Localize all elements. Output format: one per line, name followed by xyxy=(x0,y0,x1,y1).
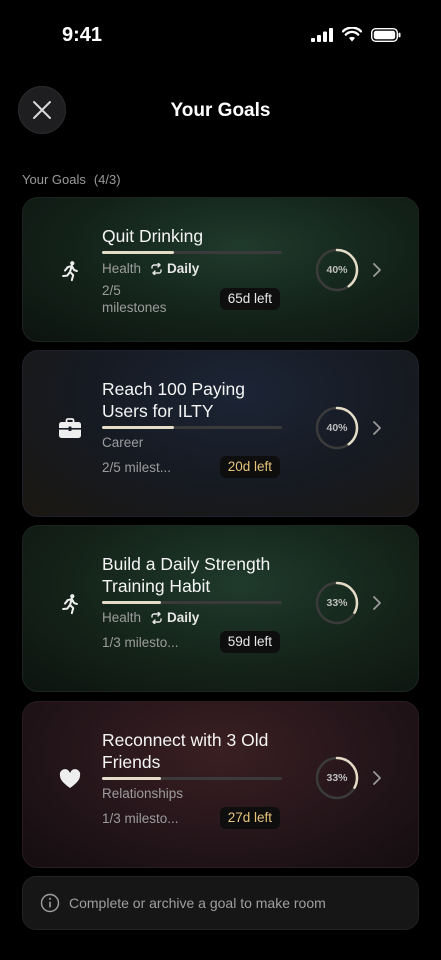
chevron-right-icon xyxy=(373,421,381,435)
goal-title: Reconnect with 3 Old Friends xyxy=(102,730,269,772)
capacity-note-text: Complete or archive a goal to make room xyxy=(69,895,326,911)
repeat-icon xyxy=(151,611,162,624)
goal-frequency-label: Daily xyxy=(167,261,200,276)
repeat-icon xyxy=(151,262,162,275)
progress-percent: 33% xyxy=(326,772,348,784)
goal-title: Build a Daily Strength Training Habit xyxy=(102,554,271,596)
goal-card-reconnect-friends[interactable]: Reconnect with 3 Old Friends Relationshi… xyxy=(22,701,419,868)
progress-ring: 33% xyxy=(314,755,360,801)
goal-frequency: Daily xyxy=(150,610,199,625)
heart-icon xyxy=(57,766,83,792)
capacity-note: Complete or archive a goal to make room xyxy=(22,876,419,930)
goal-meta: Health Daily xyxy=(102,261,199,276)
status-bar: 9:41 xyxy=(0,0,441,70)
chevron-right-icon xyxy=(373,771,381,785)
goal-meta: Relationships xyxy=(102,786,183,801)
info-icon xyxy=(40,893,60,913)
page-title: Your Goals xyxy=(170,100,271,121)
briefcase-icon xyxy=(57,416,83,442)
days-left-badge: 65d left xyxy=(219,288,280,310)
section-label: Your Goals (4/3) xyxy=(22,172,121,187)
goal-frequency: Daily xyxy=(150,261,199,276)
status-icons xyxy=(311,27,401,42)
days-left-badge: 27d left xyxy=(219,807,280,829)
progress-percent: 33% xyxy=(326,597,348,609)
goal-category: Relationships xyxy=(102,786,184,801)
chevron-right-icon xyxy=(373,263,381,277)
goal-progress-bar xyxy=(102,601,282,604)
progress-ring: 33% xyxy=(314,580,360,626)
goal-progress-bar xyxy=(102,251,282,254)
progress-percent: 40% xyxy=(326,264,348,276)
goal-card-strength-training[interactable]: Build a Daily Strength Training Habit He… xyxy=(22,525,419,692)
battery-icon xyxy=(371,27,401,42)
goal-category: Health xyxy=(102,261,142,276)
days-left-badge: 59d left xyxy=(219,631,280,653)
running-icon xyxy=(57,591,83,617)
goal-category: Health xyxy=(102,610,142,625)
goal-milestones: 1/3 milesto... xyxy=(102,811,179,826)
goal-progress-bar xyxy=(102,426,282,429)
goal-category: Career xyxy=(102,435,144,450)
goal-milestones: 2/5 milest... xyxy=(102,460,172,475)
goal-meta: Career xyxy=(102,435,143,450)
progress-percent: 40% xyxy=(326,422,348,434)
goal-milestones: 1/3 milesto... xyxy=(102,635,179,650)
progress-ring: 40% xyxy=(314,247,360,293)
cellular-signal-icon xyxy=(311,27,333,42)
running-icon xyxy=(57,258,83,284)
status-time: 9:41 xyxy=(62,24,103,46)
goal-count: (4/3) xyxy=(93,172,121,187)
goal-title: Reach 100 Paying Users for ILTY xyxy=(102,379,246,421)
goal-card-reach-100-users[interactable]: Reach 100 Paying Users for ILTY Career 2… xyxy=(22,350,419,517)
chevron-right-icon xyxy=(373,596,381,610)
progress-ring: 40% xyxy=(314,405,360,451)
goal-title: Quit Drinking xyxy=(102,226,204,246)
goal-progress-bar xyxy=(102,777,282,780)
days-left-badge: 20d left xyxy=(219,456,280,478)
wifi-icon xyxy=(342,27,362,42)
goal-meta: Health Daily xyxy=(102,610,199,625)
goal-milestones: 2/5 milestones xyxy=(102,283,167,315)
goal-card-quit-drinking[interactable]: Quit Drinking Health Daily 2/5 milestone… xyxy=(22,197,419,342)
section-title: Your Goals xyxy=(22,172,86,187)
goal-frequency-label: Daily xyxy=(167,610,200,625)
